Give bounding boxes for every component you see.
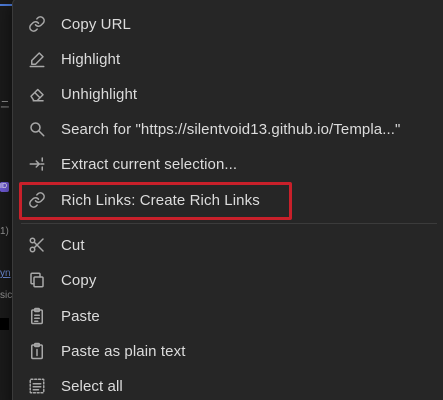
menu-item-copy[interactable]: Copy bbox=[17, 265, 441, 295]
scissors-icon bbox=[27, 235, 47, 255]
menu-item-label: Cut bbox=[61, 236, 85, 254]
search-icon bbox=[27, 119, 47, 139]
menu-item-extract-selection[interactable]: Extract current selection... bbox=[17, 149, 441, 179]
menu-item-select-all[interactable]: Select all bbox=[17, 371, 441, 400]
menu-item-cut[interactable]: Cut bbox=[17, 230, 441, 260]
menu-item-label: Rich Links: Create Rich Links bbox=[61, 191, 260, 209]
menu-item-search-for[interactable]: Search for "https://silentvoid13.github.… bbox=[17, 114, 441, 144]
link-icon bbox=[27, 190, 47, 210]
menu-item-paste[interactable]: Paste bbox=[17, 301, 441, 331]
highlighter-icon bbox=[27, 49, 47, 69]
menu-item-label: Search for "https://silentvoid13.github.… bbox=[61, 120, 401, 138]
background-text-fragment: ニ bbox=[0, 100, 10, 111]
menu-item-label: Copy URL bbox=[61, 15, 131, 33]
background-text-fragment: 1) bbox=[0, 226, 9, 237]
menu-item-label: Extract current selection... bbox=[61, 155, 238, 173]
background-link-fragment[interactable]: yn bbox=[0, 268, 12, 279]
background-text-fragment: sic bbox=[0, 290, 13, 301]
menu-separator bbox=[21, 223, 437, 224]
menu-item-label: Unhighlight bbox=[61, 85, 138, 103]
menu-item-label: Paste as plain text bbox=[61, 342, 186, 360]
menu-item-label: Paste bbox=[61, 307, 100, 325]
menu-item-unhighlight[interactable]: Unhighlight bbox=[17, 79, 441, 109]
eraser-icon bbox=[27, 84, 47, 104]
extract-icon bbox=[27, 154, 47, 174]
menu-item-label: Select all bbox=[61, 377, 123, 395]
menu-item-label: Copy bbox=[61, 271, 97, 289]
menu-item-highlight[interactable]: Highlight bbox=[17, 44, 441, 74]
screenshot-stage: ニ ID 1) yn sic Copy URL Highlight Unhigh… bbox=[0, 0, 443, 400]
background-badge: ID bbox=[0, 182, 9, 192]
clipboard-text-icon bbox=[27, 341, 47, 361]
copy-icon bbox=[27, 270, 47, 290]
clipboard-icon bbox=[27, 306, 47, 326]
context-menu: Copy URL Highlight Unhighlight Search fo… bbox=[12, 0, 443, 400]
menu-item-copy-url[interactable]: Copy URL bbox=[17, 9, 441, 39]
menu-item-paste-plain[interactable]: Paste as plain text bbox=[17, 336, 441, 366]
select-all-icon bbox=[27, 376, 47, 396]
menu-item-rich-links-create[interactable]: Rich Links: Create Rich Links bbox=[17, 185, 441, 215]
background-dark-block bbox=[0, 318, 9, 330]
link-icon bbox=[27, 14, 47, 34]
menu-item-label: Highlight bbox=[61, 50, 121, 68]
